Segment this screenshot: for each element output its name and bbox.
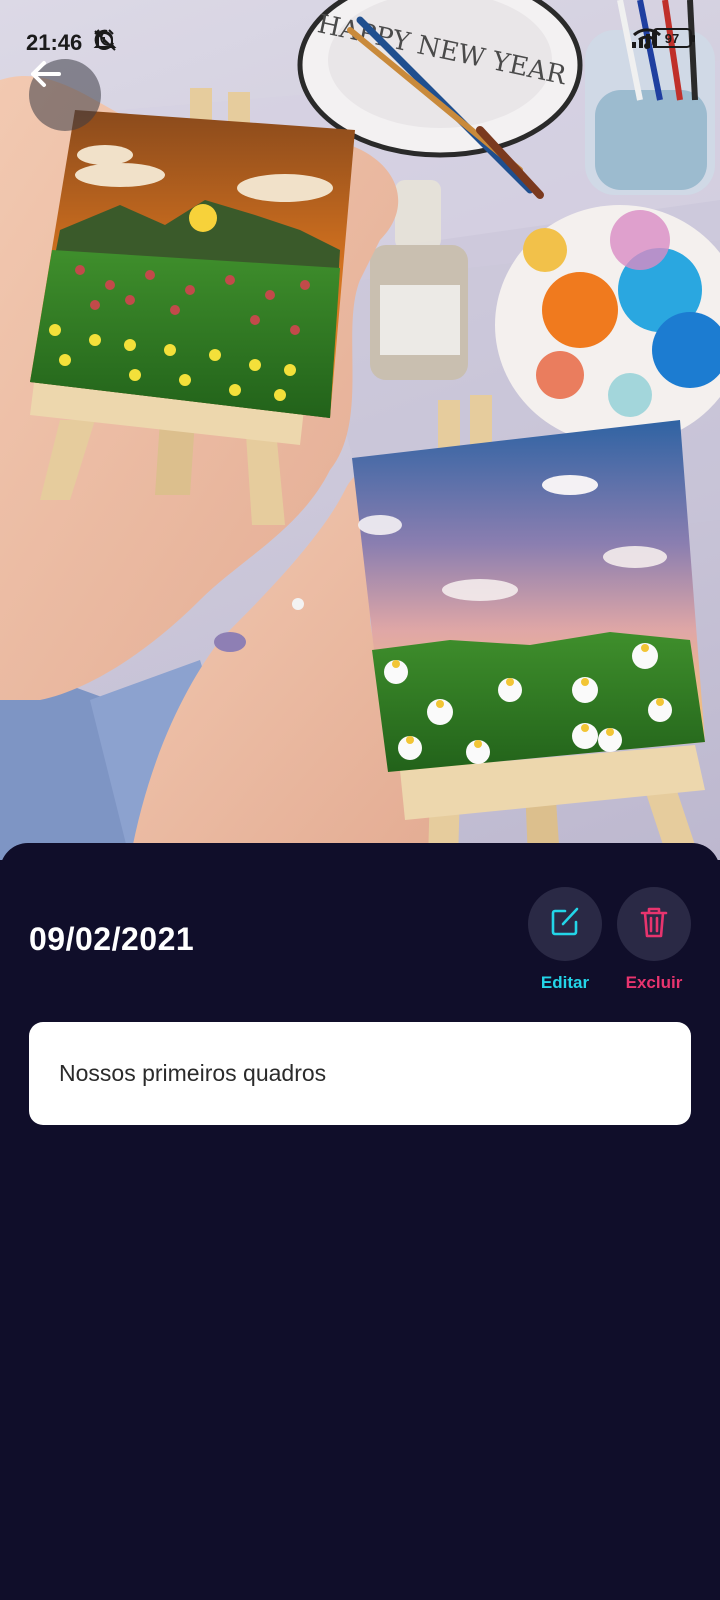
note-card: Nossos primeiros quadros <box>29 1022 691 1125</box>
back-button[interactable] <box>29 59 101 131</box>
delete-label[interactable]: Excluir <box>617 973 691 993</box>
delete-action: Excluir <box>617 887 691 993</box>
edit-action: Editar <box>528 887 602 993</box>
note-text: Nossos primeiros quadros <box>59 1060 327 1086</box>
trash-icon <box>637 904 671 945</box>
battery-icon: 97 <box>652 28 695 48</box>
edit-icon <box>547 904 583 945</box>
memory-photo: HAPPY NEW YEAR 21:46 97 <box>0 0 720 860</box>
delete-button[interactable] <box>617 887 691 961</box>
painting-poppy-field <box>30 110 355 418</box>
photo-illustration: HAPPY NEW YEAR <box>0 0 720 860</box>
edit-label[interactable]: Editar <box>528 973 602 993</box>
battery-level: 97 <box>664 30 680 46</box>
status-time: 21:46 <box>26 30 83 55</box>
status-bar: 21:46 97 <box>0 0 720 84</box>
painting-daisy-field <box>352 420 705 772</box>
memory-date: 09/02/2021 <box>29 921 195 957</box>
detail-sheet: 09/02/2021 Editar Excluir Nossos primeir… <box>0 843 720 1600</box>
edit-button[interactable] <box>528 887 602 961</box>
